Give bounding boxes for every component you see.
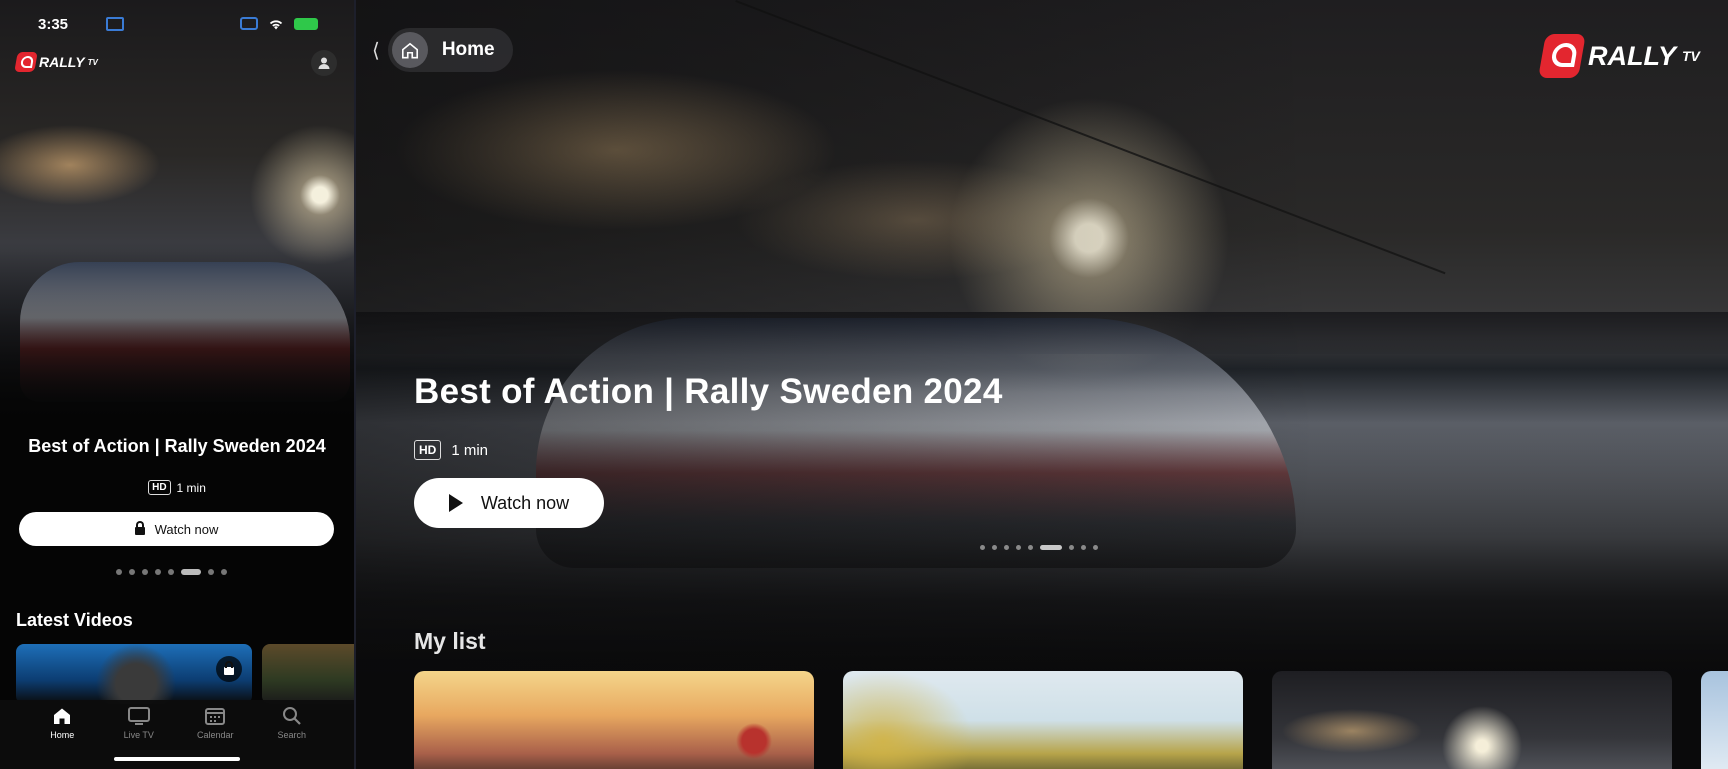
battery-icon <box>294 17 318 30</box>
carousel-dot-active[interactable] <box>181 569 201 575</box>
my-list-card[interactable] <box>843 671 1243 769</box>
home-icon <box>391 32 428 68</box>
tv-hero-title: Best of Action | Rally Sweden 2024 <box>414 372 1003 411</box>
carousel-dot[interactable] <box>1004 545 1009 550</box>
tab-search[interactable]: Search <box>262 700 322 769</box>
latest-videos-heading: Latest Videos <box>16 610 133 630</box>
carousel-dot[interactable] <box>116 569 122 575</box>
latest-video-thumbnail[interactable] <box>262 644 354 704</box>
lock-icon <box>224 661 234 675</box>
hd-badge: HD <box>148 480 171 495</box>
rally-tv-logo: RALLY TV <box>1538 34 1700 78</box>
wifi-icon <box>269 19 283 29</box>
latest-video-thumbnail[interactable] <box>16 644 252 704</box>
carousel-dot[interactable] <box>980 545 985 550</box>
carousel-dot[interactable] <box>221 569 227 575</box>
my-list-card[interactable] <box>1701 671 1728 769</box>
phone-hero-title: Best of Action | Rally Sweden 2024 <box>28 436 326 456</box>
tab-home[interactable]: Home <box>32 700 92 769</box>
rally-logo-icon <box>1538 34 1586 78</box>
screen-mirroring-icon <box>240 17 258 30</box>
phone-screen: 3:35 RALLY TV Best of Action | Rally Swed… <box>0 0 354 769</box>
rally-logo-icon <box>14 52 38 72</box>
my-list-card[interactable] <box>1272 671 1672 769</box>
rally-tv-logo: RALLY TV <box>14 52 98 72</box>
carousel-dot[interactable] <box>1093 545 1098 550</box>
tv-screen: ⟨ Home RALLY TV Best of Action | Rally Sw… <box>354 0 1728 769</box>
tv-home-label: Home <box>441 39 495 60</box>
hd-badge: HD <box>414 440 442 460</box>
carousel-dot[interactable] <box>1028 545 1033 550</box>
home-indicator[interactable] <box>114 757 240 761</box>
carousel-dot[interactable] <box>1081 545 1086 550</box>
carousel-dot[interactable] <box>208 569 214 575</box>
duration-label: 1 min <box>451 441 489 459</box>
phone-watch-now-button[interactable]: Watch now <box>19 512 334 546</box>
search-icon <box>281 706 303 726</box>
my-list-card[interactable] <box>414 671 814 769</box>
carousel-dot[interactable] <box>155 569 161 575</box>
carousel-dot[interactable] <box>1069 545 1074 550</box>
lock-badge <box>216 656 242 682</box>
carousel-dot[interactable] <box>142 569 148 575</box>
tv-home-menu-button[interactable]: Home <box>387 28 513 72</box>
tv-navigation: ⟨ Home <box>372 28 513 72</box>
profile-button[interactable] <box>311 50 337 76</box>
phone-hero-meta: HD 1 min <box>0 480 354 495</box>
status-bar: 3:35 <box>0 14 354 36</box>
tv-watch-now-button[interactable]: Watch now <box>414 478 604 528</box>
tv-carousel-indicator[interactable] <box>980 545 1098 550</box>
carousel-dot[interactable] <box>168 569 174 575</box>
tv-icon <box>127 706 150 726</box>
lock-icon <box>134 521 145 535</box>
airplay-icon <box>106 17 124 31</box>
home-icon <box>51 706 73 726</box>
carousel-dot[interactable] <box>992 545 997 550</box>
tv-hero-meta: HD 1 min <box>414 440 488 460</box>
back-chevron-icon[interactable]: ⟨ <box>372 38 380 63</box>
calendar-icon <box>204 706 226 726</box>
duration-label: 1 min <box>176 480 206 495</box>
carousel-dot[interactable] <box>129 569 135 575</box>
status-time: 3:35 <box>38 16 69 33</box>
carousel-dot[interactable] <box>1016 545 1021 550</box>
play-icon <box>448 494 463 512</box>
person-icon <box>318 57 330 69</box>
my-list-heading: My list <box>414 628 486 654</box>
carousel-dot-active[interactable] <box>1040 545 1062 550</box>
phone-carousel-indicator[interactable] <box>116 569 227 575</box>
